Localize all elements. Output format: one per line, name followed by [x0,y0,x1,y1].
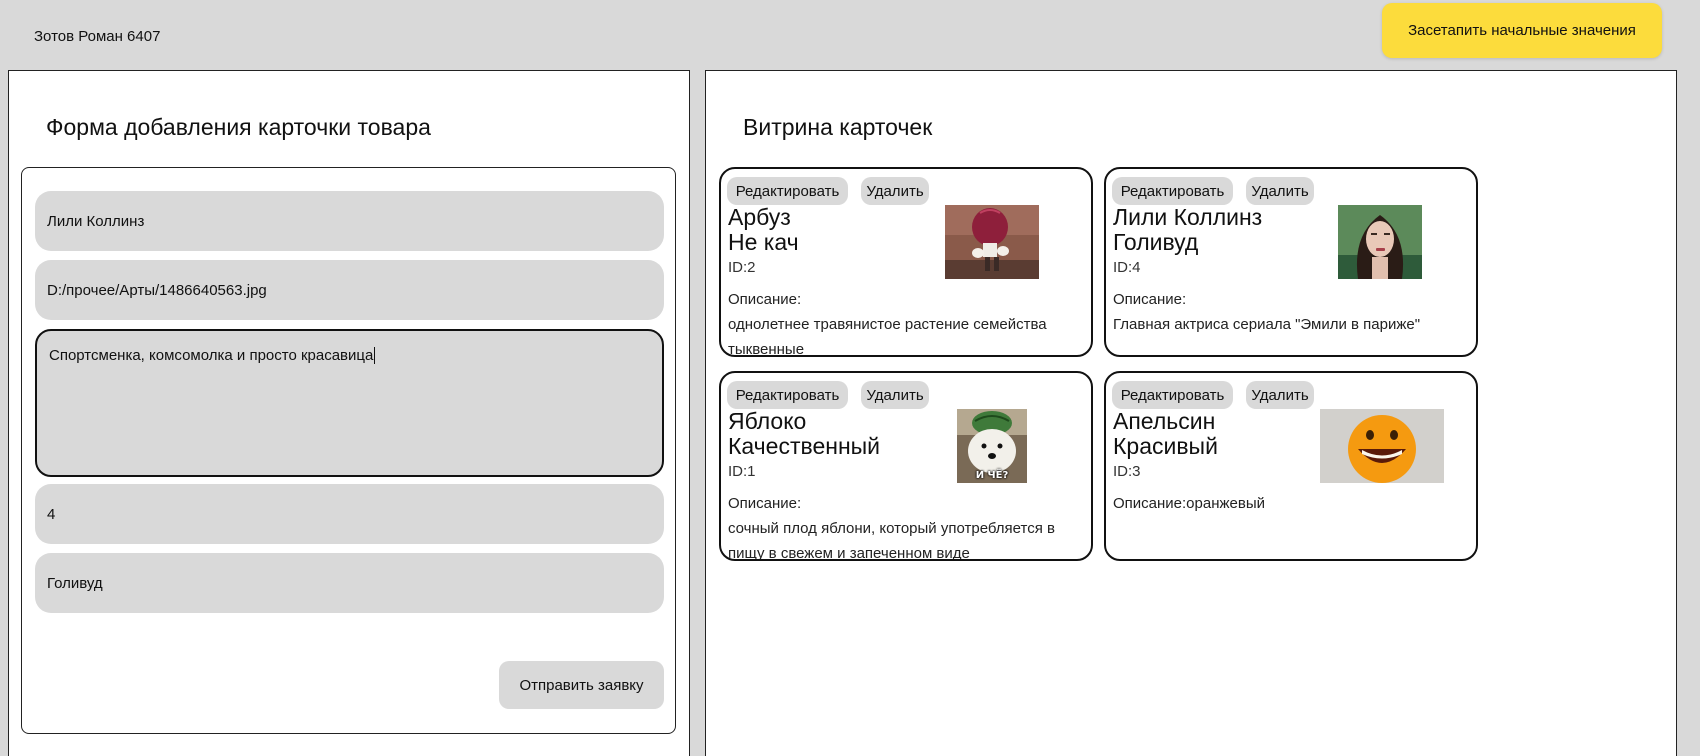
card-id: ID:4 [1113,259,1141,276]
delete-button[interactable]: Удалить [1246,177,1314,205]
name-input-value: Лили Коллинз [47,212,145,230]
description-text: Описание:оранжевый [1113,495,1265,512]
meme-caption: И ЧЁ? [975,470,1009,481]
image-path-input-value: D:/прочее/Арты/1486640563.jpg [47,281,267,299]
add-card-form: Лили Коллинз D:/прочее/Арты/1486640563.j… [21,167,676,734]
showcase-panel: Витрина карточек Редактировать Удалить А… [705,70,1677,756]
author-label: Зотов Роман 6407 [34,28,161,45]
card-subtitle: Качественный [728,433,881,459]
card-description: Описание: Главная актриса сериала "Эмили… [1113,287,1473,337]
edit-button[interactable]: Редактировать [727,177,848,205]
description-text: однолетнее травянистое растение семейств… [728,316,1047,357]
card-image [1320,409,1444,483]
card-image [1338,205,1422,279]
card-subtitle: Красивый [1113,433,1218,459]
card-description: Описание:оранжевый [1113,491,1473,516]
product-card: Редактировать Удалить Яблоко Качественны… [719,371,1093,561]
id-input[interactable]: 4 [35,484,664,544]
form-panel-title: Форма добавления карточки товара [46,114,431,140]
reset-initial-values-button[interactable]: Засетапить начальные значения [1382,3,1662,58]
edit-button[interactable]: Редактировать [727,381,848,409]
card-description: Описание: однолетнее травянистое растени… [728,287,1088,357]
smiling-orange-image [1320,409,1444,483]
text-caret [374,347,376,364]
card-image: И ЧЁ? [957,409,1027,483]
id-input-value: 4 [47,505,56,523]
subtitle-input-value: Голивуд [47,574,103,592]
description-label: Описание: [728,495,802,512]
description-text: Главная актриса сериала "Эмили в париже" [1113,316,1421,333]
form-panel: Форма добавления карточки товара Лили Ко… [8,70,690,756]
submit-button[interactable]: Отправить заявку [499,661,664,709]
card-image [945,205,1039,279]
description-text: сочный плод яблони, который употребляетс… [728,520,1055,561]
card-id: ID:1 [728,463,756,480]
subtitle-input[interactable]: Голивуд [35,553,664,613]
card-subtitle: Не кач [728,229,799,255]
watermelon-mascot-image [945,205,1039,279]
showcase-title: Витрина карточек [743,114,933,140]
card-title: Арбуз [728,204,791,230]
card-title: Яблоко [728,408,807,434]
product-card: Редактировать Удалить Лили Коллинз Голив… [1104,167,1478,357]
actress-portrait-image [1338,205,1422,279]
card-title: Апельсин [1113,408,1216,434]
card-description: Описание: сочный плод яблони, который уп… [728,491,1088,561]
delete-button[interactable]: Удалить [1246,381,1314,409]
card-subtitle: Голивуд [1113,229,1199,255]
description-label: Описание: [728,291,802,308]
product-card: Редактировать Удалить Апельсин Красивый … [1104,371,1478,561]
card-id: ID:3 [1113,463,1141,480]
card-id: ID:2 [728,259,756,276]
card-name: Лили Коллинз Голивуд [1113,205,1262,255]
description-textarea-value: Спортсменка, комсомолка и просто красави… [49,347,374,364]
edit-button[interactable]: Редактировать [1112,381,1233,409]
card-name: Яблоко Качественный [728,409,880,459]
description-label: Описание: [1113,291,1187,308]
card-name: Арбуз Не кач [728,205,799,255]
product-card: Редактировать Удалить Арбуз Не кач ID:2 … [719,167,1093,357]
description-textarea[interactable]: Спортсменка, комсомолка и просто красави… [35,329,664,477]
image-path-input[interactable]: D:/прочее/Арты/1486640563.jpg [35,260,664,320]
card-name: Апельсин Красивый [1113,409,1218,459]
edit-button[interactable]: Редактировать [1112,177,1233,205]
delete-button[interactable]: Удалить [861,381,929,409]
delete-button[interactable]: Удалить [861,177,929,205]
card-title: Лили Коллинз [1113,204,1263,230]
name-input[interactable]: Лили Коллинз [35,191,664,251]
